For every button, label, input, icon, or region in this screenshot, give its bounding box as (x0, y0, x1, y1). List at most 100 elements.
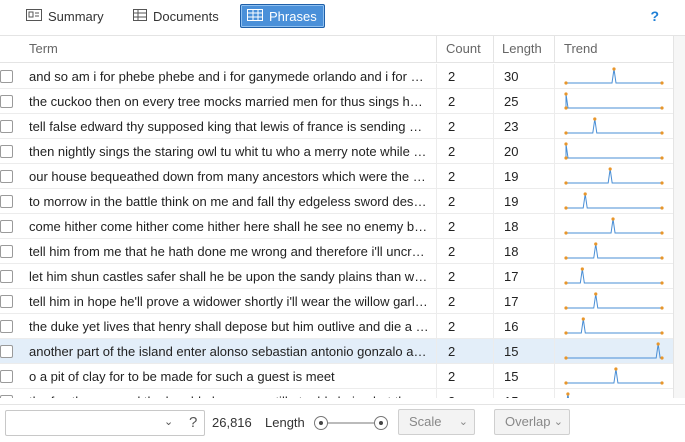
row-checkbox[interactable] (0, 295, 13, 308)
column-header-length[interactable]: Length (494, 36, 542, 63)
trend-sparkline (564, 367, 664, 385)
trend-point (660, 156, 664, 160)
row-checkbox[interactable] (0, 145, 13, 158)
trend-point (564, 356, 568, 360)
trend-point (660, 256, 664, 260)
column-header-term[interactable]: Term (21, 36, 58, 63)
count-cell: 2 (448, 344, 456, 359)
table-row[interactable]: let him shun castles safer shall he be u… (0, 264, 673, 289)
column-header-count[interactable]: Count (438, 36, 481, 63)
term-cell: let him shun castles safer shall he be u… (29, 269, 429, 284)
row-checkbox[interactable] (0, 370, 13, 383)
trend-sparkline (564, 242, 664, 260)
length-cell: 23 (504, 119, 519, 134)
count-cell: 2 (448, 119, 456, 134)
trend-point (660, 306, 664, 310)
table-row[interactable]: tell false edward thy supposed king that… (0, 114, 673, 139)
table-header: Term Count Length Trend (0, 36, 673, 63)
overlap-label: Overlap (505, 414, 551, 429)
length-cell: 20 (504, 144, 519, 159)
trend-peak-point (580, 267, 584, 271)
table-row[interactable]: come hither come hither come hither here… (0, 214, 673, 239)
trend-peak-point (656, 342, 660, 346)
scale-button[interactable]: Scale ⌄ (398, 409, 475, 435)
trend-sparkline (564, 67, 664, 85)
count-cell: 2 (448, 194, 456, 209)
row-checkbox[interactable] (0, 345, 13, 358)
row-checkbox[interactable] (0, 395, 13, 398)
row-checkbox[interactable] (0, 195, 13, 208)
length-cell: 17 (504, 269, 519, 284)
overlap-button[interactable]: Overlap ⌄ (494, 409, 570, 435)
count-cell: 2 (448, 369, 456, 384)
table-row[interactable]: tell him in hope he'll prove a widower s… (0, 289, 673, 314)
trend-peak-point (608, 167, 612, 171)
vertical-scrollbar[interactable] (673, 36, 685, 398)
length-cell: 16 (504, 319, 519, 334)
slider-max-handle[interactable] (374, 416, 388, 430)
trend-point (564, 306, 568, 310)
table-row[interactable]: the duke yet lives that henry shall depo… (0, 314, 673, 339)
trend-sparkline (564, 167, 664, 185)
tab-summary-label: Summary (48, 8, 104, 24)
phrases-icon (247, 8, 263, 24)
trend-line (566, 343, 662, 359)
table-row[interactable]: the fox the ape and the humble bee were … (0, 389, 673, 398)
help-icon[interactable]: ? (650, 8, 659, 24)
trend-point (564, 381, 568, 385)
length-cell: 18 (504, 219, 519, 234)
count-cell: 2 (448, 69, 456, 84)
footer-toolbar: ⌄ ? 26,816 Length Scale ⌄ Overlap ⌄ (0, 404, 685, 442)
table-row[interactable]: and so am i for phebe phebe and i for ga… (0, 64, 673, 89)
length-slider[interactable] (314, 415, 390, 431)
slider-min-handle[interactable] (314, 416, 328, 430)
tab-summary[interactable]: Summary (19, 4, 113, 28)
length-cell: 18 (504, 244, 519, 259)
select-help-icon[interactable]: ? (189, 414, 197, 431)
table-row[interactable]: the cuckoo then on every tree mocks marr… (0, 89, 673, 114)
trend-sparkline (564, 267, 664, 285)
tab-phrases[interactable]: Phrases (240, 4, 325, 28)
trend-peak-point (564, 142, 568, 146)
trend-sparkline (564, 217, 664, 235)
count-cell: 2 (448, 269, 456, 284)
trend-point (564, 231, 568, 235)
trend-peak-point (566, 392, 570, 396)
toolbar: Summary Documents Phrases ? (0, 0, 685, 36)
tab-documents-label: Documents (153, 8, 219, 24)
trend-peak-point (594, 242, 598, 246)
row-checkbox[interactable] (0, 170, 13, 183)
trend-peak-point (583, 192, 587, 196)
trend-line (566, 193, 662, 209)
row-checkbox[interactable] (0, 320, 13, 333)
trend-line (566, 368, 662, 384)
row-checkbox[interactable] (0, 95, 13, 108)
row-checkbox[interactable] (0, 220, 13, 233)
row-checkbox[interactable] (0, 120, 13, 133)
length-cell: 15 (504, 369, 519, 384)
trend-point (660, 231, 664, 235)
trend-peak-point (594, 292, 598, 296)
count-cell: 2 (448, 219, 456, 234)
table-row[interactable]: o a pit of clay for to be made for such … (0, 364, 673, 389)
table-row[interactable]: tell him from me that he hath done me wr… (0, 239, 673, 264)
table-row[interactable]: another part of the island enter alonso … (0, 339, 673, 364)
trend-point (660, 381, 664, 385)
table-row[interactable]: to morrow in the battle think on me and … (0, 189, 673, 214)
trend-peak-point (611, 217, 615, 221)
table-row[interactable]: our house bequeathed down from many ance… (0, 164, 673, 189)
trend-sparkline (564, 92, 664, 110)
term-cell: the duke yet lives that henry shall depo… (29, 319, 429, 334)
length-cell: 30 (504, 69, 519, 84)
row-checkbox[interactable] (0, 270, 13, 283)
row-checkbox[interactable] (0, 245, 13, 258)
trend-point (660, 106, 664, 110)
corpus-select[interactable]: ⌄ ? (5, 410, 205, 436)
trend-point (564, 156, 568, 160)
trend-point (660, 181, 664, 185)
tab-documents[interactable]: Documents (126, 4, 228, 28)
row-checkbox[interactable] (0, 70, 13, 83)
column-header-trend[interactable]: Trend (556, 36, 597, 63)
trend-line (566, 168, 662, 184)
table-row[interactable]: then nightly sings the staring owl tu wh… (0, 139, 673, 164)
